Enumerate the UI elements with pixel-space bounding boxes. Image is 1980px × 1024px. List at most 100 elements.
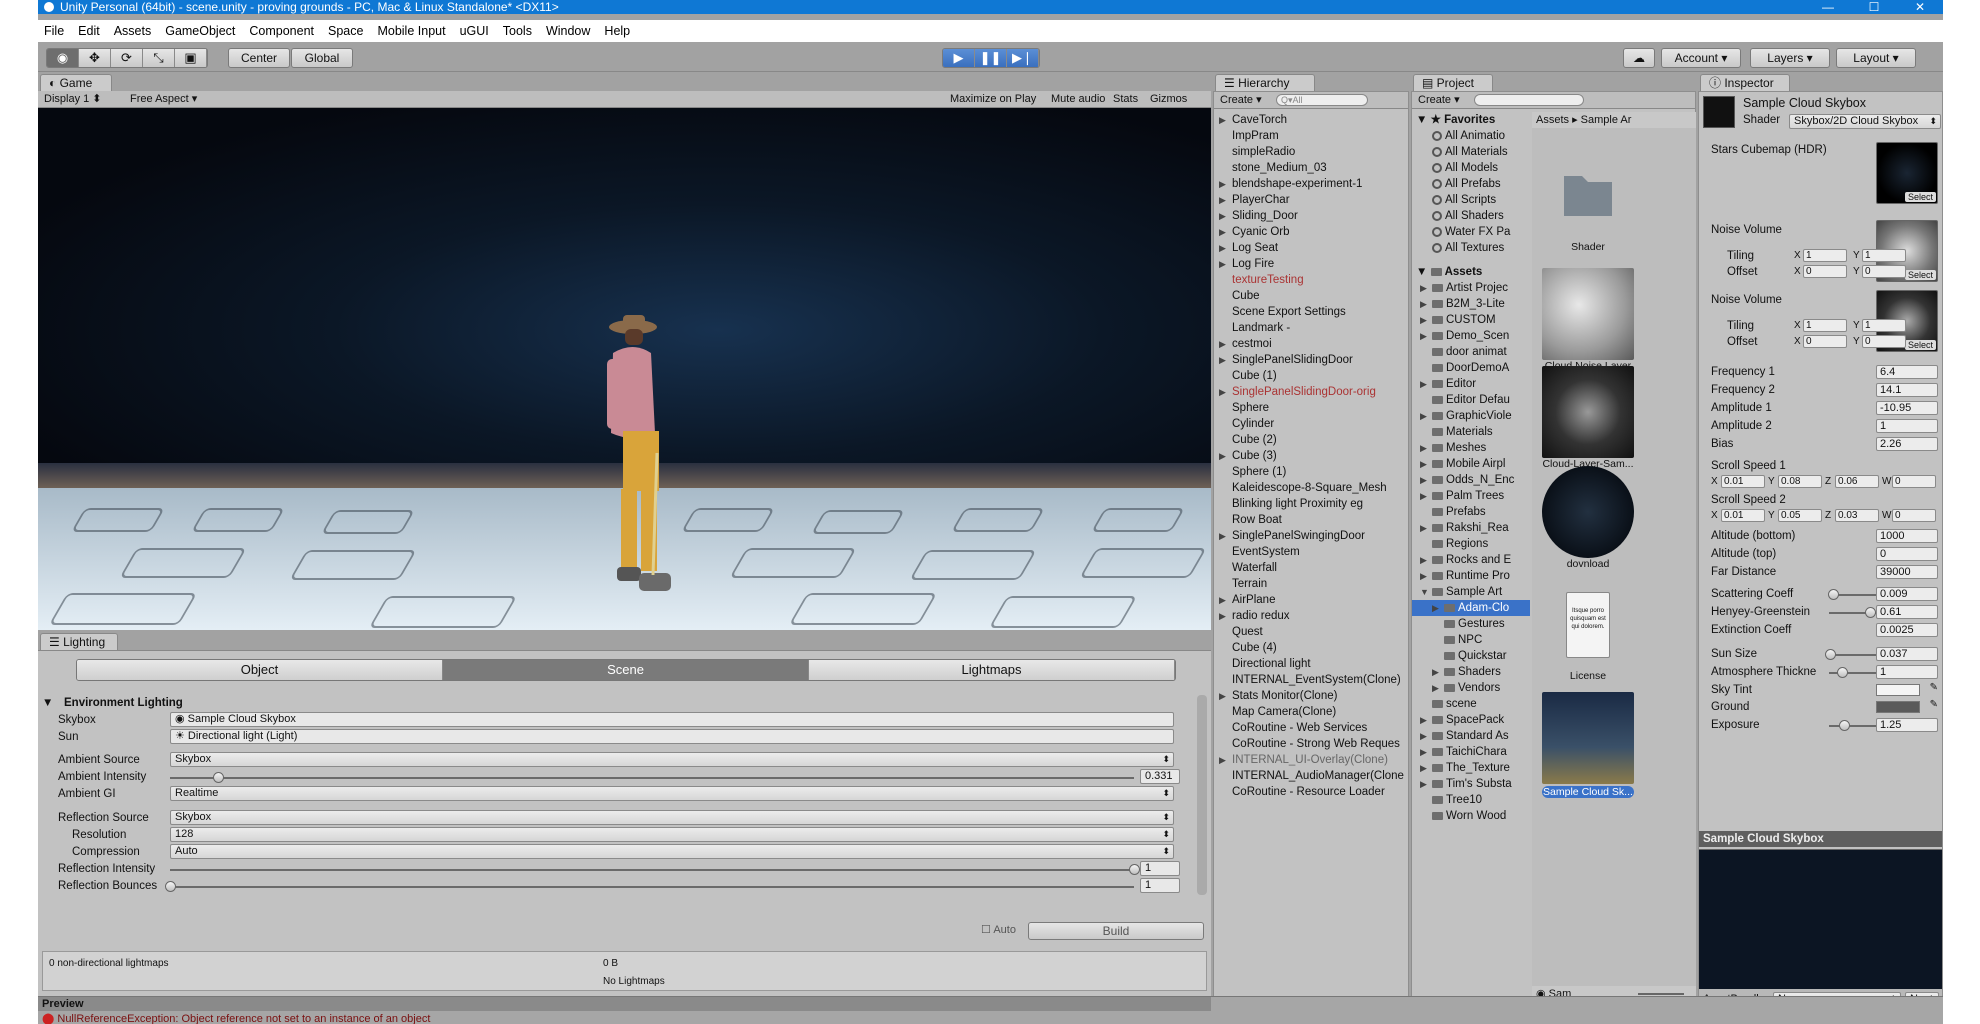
hierarchy-item[interactable]: EventSystem [1214, 544, 1408, 560]
amplitude-1-field[interactable]: -10.95 [1876, 401, 1938, 415]
minimize-button[interactable]: — [1805, 0, 1851, 14]
maximize-button[interactable]: ☐ [1851, 0, 1897, 14]
expand-arrow-icon[interactable]: ▶ [1420, 280, 1427, 296]
hierarchy-item[interactable]: CoRoutine - Resource Loader [1214, 784, 1408, 800]
folder-item[interactable]: Tree10 [1412, 792, 1530, 808]
hierarchy-item[interactable]: Cube (2) [1214, 432, 1408, 448]
scroll1-w-field[interactable]: 0 [1892, 475, 1936, 488]
hierarchy-item[interactable]: ▶ PlayerChar [1214, 192, 1408, 208]
expand-arrow-icon[interactable]: ▶ [1432, 664, 1439, 680]
expand-arrow-icon[interactable]: ▶ [1420, 760, 1427, 776]
asset-cloud-noise-layer[interactable]: Cloud Noise Layer [1542, 268, 1634, 372]
menu-component[interactable]: Component [249, 24, 314, 38]
tab-lighting[interactable]: ☰ Lighting [40, 633, 118, 651]
sun-field[interactable]: ☀ Directional light (Light) [170, 729, 1174, 744]
reflection-bounces-slider[interactable] [165, 881, 176, 892]
folder-item[interactable]: ▶ The_Texture [1412, 760, 1530, 776]
hierarchy-item[interactable]: ▶ Cube (3) [1214, 448, 1408, 464]
atmosphere-field[interactable]: 1 [1876, 665, 1938, 679]
folder-item[interactable]: ▶ Demo_Scen [1412, 328, 1530, 344]
folder-item[interactable]: Editor Defau [1412, 392, 1530, 408]
asset-dovnload[interactable]: dovnload [1542, 466, 1634, 570]
auto-checkbox[interactable]: ☐ Auto [981, 923, 1016, 936]
rotate-tool-icon[interactable]: ⟳ [111, 49, 143, 67]
expand-arrow-icon[interactable]: ▶ [1432, 680, 1439, 696]
hierarchy-item[interactable]: Scene Export Settings [1214, 304, 1408, 320]
folder-item[interactable]: door animat [1412, 344, 1530, 360]
noise2-offset-y[interactable]: 0 [1862, 335, 1906, 348]
shader-dropdown[interactable]: Skybox/2D Cloud Skybox [1789, 114, 1941, 129]
menu-file[interactable]: File [44, 24, 64, 38]
menu-assets[interactable]: Assets [114, 24, 152, 38]
sun-size-slider[interactable] [1825, 649, 1837, 660]
ambient-intensity-slider[interactable] [213, 772, 225, 783]
hierarchy-item[interactable]: Waterfall [1214, 560, 1408, 576]
hierarchy-item[interactable]: INTERNAL_EventSystem(Clone) [1214, 672, 1408, 688]
folder-item[interactable]: ▶ Rakshi_Rea [1412, 520, 1530, 536]
hierarchy-item[interactable]: textureTesting [1214, 272, 1408, 288]
folder-item[interactable]: ▶ Adam-Clo [1412, 600, 1530, 616]
skybox-field[interactable]: ◉ Sample Cloud Skybox [170, 712, 1174, 727]
expand-arrow-icon[interactable]: ▶ [1420, 328, 1427, 344]
favorite-item[interactable]: All Scripts [1412, 192, 1530, 208]
expand-arrow-icon[interactable]: ▶ [1420, 408, 1427, 424]
expand-arrow-icon[interactable]: ▶ [1219, 240, 1226, 256]
hierarchy-item[interactable]: Kaleidescope-8-Square_Mesh [1214, 480, 1408, 496]
reflection-intensity-field[interactable]: 1 [1140, 861, 1180, 876]
hierarchy-item[interactable]: ▶ SinglePanelSwingingDoor [1214, 528, 1408, 544]
tab-inspector[interactable]: ⓘ Inspector [1700, 74, 1790, 92]
eyedropper-icon[interactable]: ✎ [1930, 699, 1938, 710]
folder-item[interactable]: ▶ Palm Trees [1412, 488, 1530, 504]
hierarchy-create-button[interactable]: Create ▾ [1220, 92, 1262, 108]
maximize-on-play-toggle[interactable]: Maximize on Play [950, 91, 1036, 107]
hierarchy-item[interactable]: ▶ radio redux [1214, 608, 1408, 624]
scroll1-y-field[interactable]: 0.08 [1778, 475, 1822, 488]
expand-arrow-icon[interactable]: ▶ [1219, 688, 1226, 704]
favorites-header[interactable]: ▼ ★ Favorites [1412, 112, 1530, 128]
menu-space[interactable]: Space [328, 24, 363, 38]
tab-hierarchy[interactable]: ☰ Hierarchy [1215, 74, 1315, 92]
hierarchy-item[interactable]: ▶ AirPlane [1214, 592, 1408, 608]
expand-arrow-icon[interactable]: ▶ [1219, 208, 1226, 224]
ambient-intensity-track[interactable] [170, 777, 1134, 779]
breadcrumb-sample-art[interactable]: Sample Ar [1581, 114, 1632, 126]
folder-item[interactable]: ▶ GraphicViole [1412, 408, 1530, 424]
gizmos-dropdown[interactable]: Gizmos [1150, 91, 1187, 107]
expand-arrow-icon[interactable]: ▶ [1219, 752, 1226, 768]
folder-item[interactable]: ▶ Odds_N_Enc [1412, 472, 1530, 488]
menu-gameobject[interactable]: GameObject [165, 24, 235, 38]
folder-item[interactable]: ▶ CUSTOM [1412, 312, 1530, 328]
menu-ugui[interactable]: uGUI [460, 24, 489, 38]
exposure-slider[interactable] [1838, 720, 1850, 731]
hierarchy-item[interactable]: ▶ cestmoi [1214, 336, 1408, 352]
folder-item[interactable]: ▶ Standard As [1412, 728, 1530, 744]
noise2-tiling-y[interactable]: 1 [1862, 319, 1906, 332]
icon-size-slider[interactable] [1638, 993, 1684, 995]
folder-item[interactable]: Materials [1412, 424, 1530, 440]
tab-object[interactable]: Object [77, 660, 443, 680]
hierarchy-item[interactable]: Cylinder [1214, 416, 1408, 432]
menu-edit[interactable]: Edit [78, 24, 100, 38]
expand-arrow-icon[interactable]: ▶ [1420, 488, 1427, 504]
amplitude-2-field[interactable]: 1 [1876, 419, 1938, 433]
folder-item[interactable]: ▶ Runtime Pro [1412, 568, 1530, 584]
altitude-bottom-field[interactable]: 1000 [1876, 529, 1938, 543]
henyey-field[interactable]: 0.61 [1876, 605, 1938, 619]
aspect-dropdown[interactable]: Free Aspect ▾ [130, 91, 290, 107]
folder-item[interactable]: ▶ Vendors [1412, 680, 1530, 696]
noise2-tiling-x[interactable]: 1 [1803, 319, 1847, 332]
scroll1-x-field[interactable]: 0.01 [1721, 475, 1765, 488]
sky-tint-swatch[interactable] [1876, 684, 1920, 696]
hierarchy-item[interactable]: Terrain [1214, 576, 1408, 592]
folder-item[interactable]: Worn Wood [1412, 808, 1530, 824]
far-distance-field[interactable]: 39000 [1876, 565, 1938, 579]
expand-arrow-icon[interactable]: ▶ [1219, 192, 1226, 208]
eyedropper-icon[interactable]: ✎ [1930, 682, 1938, 693]
favorite-item[interactable]: All Animatio [1412, 128, 1530, 144]
folder-item[interactable]: Regions [1412, 536, 1530, 552]
folder-item[interactable]: ▶ Tim's Substa [1412, 776, 1530, 792]
asset-cloud-layer-sample[interactable]: Cloud-Layer-Sam... [1542, 366, 1634, 470]
asset-sample-cloud-skybox[interactable]: Sample Cloud Sk... [1542, 692, 1634, 800]
scroll2-y-field[interactable]: 0.05 [1778, 509, 1822, 522]
expand-arrow-icon[interactable]: ▶ [1420, 472, 1427, 488]
